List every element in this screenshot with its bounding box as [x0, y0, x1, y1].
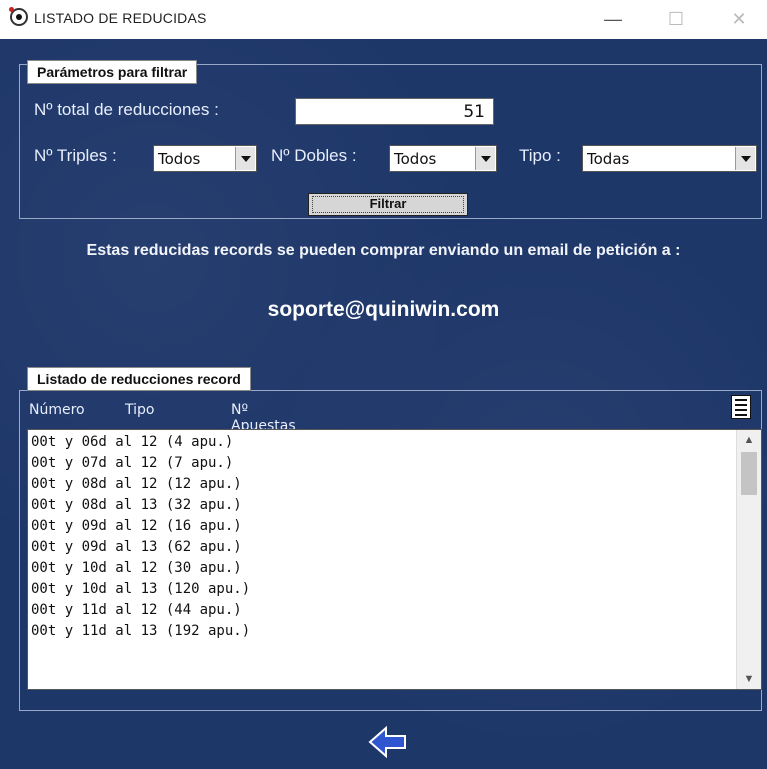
chevron-down-icon[interactable]	[235, 147, 255, 170]
reductions-list[interactable]: 00t y 06d al 12 (4 apu.) 00t y 07d al 12 …	[27, 429, 762, 690]
main-panel: Parámetros para filtrar Nº total de redu…	[0, 39, 767, 769]
scroll-up-icon[interactable]: ▲	[737, 430, 761, 450]
scroll-down-icon[interactable]: ▼	[737, 669, 761, 689]
info-text: Estas reducidas records se pueden compra…	[86, 242, 681, 259]
tipo-label: Tipo :	[519, 146, 561, 165]
list-item[interactable]: 00t y 08d al 13 (32 apu.)	[28, 495, 736, 516]
triples-label: Nº Triples :	[34, 146, 117, 165]
triples-select[interactable]: Todos	[153, 145, 257, 172]
vertical-scrollbar[interactable]: ▲ ▼	[736, 430, 761, 689]
list-item[interactable]: 00t y 10d al 13 (120 apu.)	[28, 579, 736, 600]
total-label: Nº total de reducciones :	[34, 100, 219, 119]
list-item[interactable]: 00t y 11d al 13 (192 apu.)	[28, 621, 736, 642]
tipo-select[interactable]: Todas	[582, 145, 757, 172]
list-item[interactable]: 00t y 09d al 12 (16 apu.)	[28, 516, 736, 537]
triples-select-value: Todos	[158, 150, 201, 168]
chevron-down-icon[interactable]	[475, 147, 495, 170]
dobles-label: Nº Dobles :	[271, 146, 357, 165]
minimize-button[interactable]: —	[591, 4, 635, 34]
dobles-select[interactable]: Todos	[389, 145, 497, 172]
chevron-down-icon[interactable]	[735, 147, 755, 170]
list-item[interactable]: 00t y 11d al 12 (44 apu.)	[28, 600, 736, 621]
filter-group-title: Parámetros para filtrar	[27, 60, 198, 84]
back-arrow-icon[interactable]	[368, 725, 408, 759]
total-field[interactable]: 51	[295, 98, 494, 125]
list-rows: 00t y 06d al 12 (4 apu.) 00t y 07d al 12 …	[28, 432, 736, 642]
filter-button[interactable]: Filtrar	[308, 193, 468, 216]
column-header-tipo[interactable]: Tipo	[125, 402, 154, 418]
title-bar: LISTADO DE REDUCIDAS — ☐ ✕	[0, 0, 767, 40]
scroll-thumb[interactable]	[741, 452, 757, 495]
list-group-title: Listado de reducciones record	[27, 367, 251, 391]
close-button[interactable]: ✕	[717, 4, 761, 34]
list-item[interactable]: 00t y 10d al 12 (30 apu.)	[28, 558, 736, 579]
window-title: LISTADO DE REDUCIDAS	[34, 10, 207, 26]
dobles-select-value: Todos	[394, 150, 437, 168]
list-item[interactable]: 00t y 09d al 13 (62 apu.)	[28, 537, 736, 558]
soccer-ball-icon	[9, 7, 28, 26]
column-header-numero[interactable]: Número	[29, 402, 85, 418]
list-item[interactable]: 00t y 06d al 12 (4 apu.)	[28, 432, 736, 453]
list-item[interactable]: 00t y 07d al 12 (7 apu.)	[28, 453, 736, 474]
document-icon[interactable]	[731, 395, 751, 419]
support-email: soporte@quiniwin.com	[267, 298, 500, 321]
list-item[interactable]: 00t y 08d al 12 (12 apu.)	[28, 474, 736, 495]
tipo-select-value: Todas	[587, 150, 630, 168]
maximize-button[interactable]: ☐	[654, 4, 698, 34]
